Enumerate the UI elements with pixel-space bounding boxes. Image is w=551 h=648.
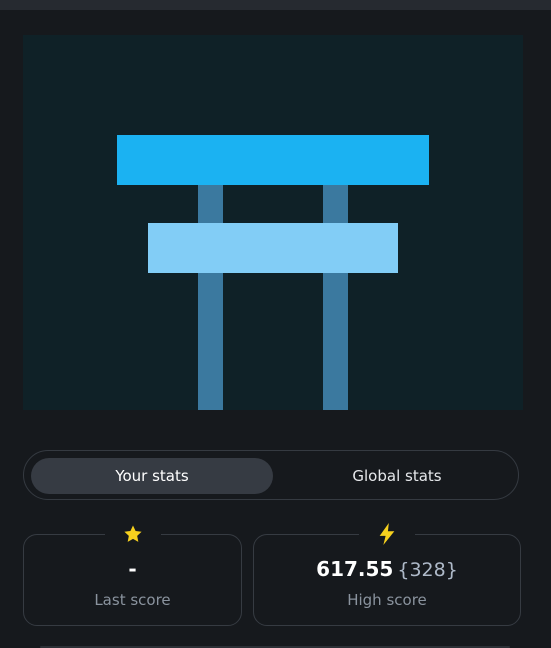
- last-score-card: - Last score: [23, 522, 242, 626]
- tab-your-stats[interactable]: Your stats: [31, 458, 273, 494]
- puzzle-preview-canvas: [23, 35, 523, 410]
- lower-beam: [148, 223, 398, 273]
- last-score-label: Last score: [94, 591, 171, 609]
- high-score-count: {328}: [397, 559, 458, 581]
- star-icon: [104, 522, 161, 546]
- top-beam: [117, 135, 429, 185]
- stats-toggle: Your stats Global stats: [23, 450, 519, 500]
- top-bar: [0, 0, 551, 10]
- last-score-value: -: [128, 557, 137, 581]
- left-pillar: [198, 185, 223, 410]
- high-score-label: High score: [347, 591, 427, 609]
- high-score-value-row: 617.55 {328}: [254, 557, 520, 581]
- right-pillar: [323, 185, 348, 410]
- lightning-icon: [359, 522, 415, 546]
- tab-global-stats[interactable]: Global stats: [286, 458, 508, 494]
- high-score-value: 617.55: [316, 557, 394, 581]
- high-score-card: 617.55 {328} High score: [253, 522, 521, 626]
